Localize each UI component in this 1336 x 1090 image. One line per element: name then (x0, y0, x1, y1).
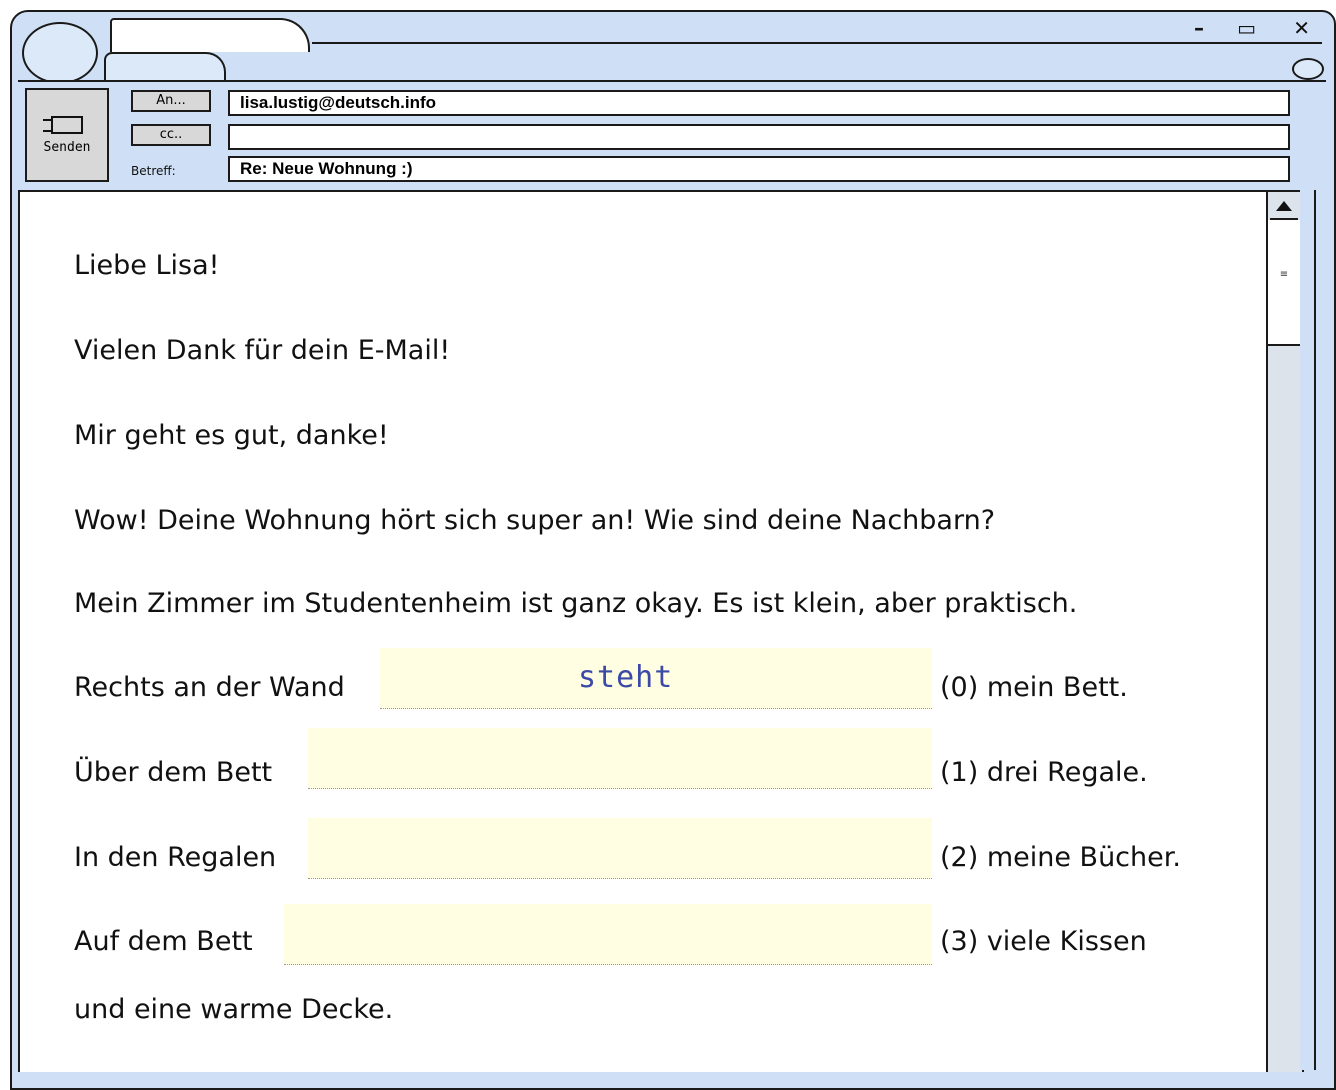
scroll-up-arrow-icon[interactable] (1270, 196, 1298, 220)
window-side-frame (1300, 190, 1316, 1070)
gap1-input[interactable] (308, 728, 932, 789)
gap1-prefix: Über dem Bett (74, 757, 273, 788)
vertical-scrollbar[interactable]: ≡ (1266, 190, 1304, 1072)
cc-field[interactable] (228, 124, 1290, 150)
gap0-input[interactable]: steht (380, 648, 932, 709)
gap3-input[interactable] (284, 904, 932, 965)
envelope-icon (43, 116, 83, 134)
send-button-label: Senden (43, 140, 91, 155)
gap3-prefix: Auf dem Bett (74, 926, 253, 957)
gap2-prefix: In den Regalen (74, 842, 277, 873)
gap0-answer: steht (578, 660, 674, 695)
neighbors-line: Wow! Deine Wohnung hört sich super an! W… (74, 505, 996, 536)
gap0-prefix: Rechts an der Wand (74, 672, 345, 703)
maximize-icon[interactable]: ▭ (1237, 16, 1256, 40)
subject-label: Betreff: (131, 164, 176, 178)
close-icon[interactable]: ✕ (1293, 16, 1310, 40)
titlebar-divider (312, 42, 1322, 44)
gap2-input[interactable] (308, 818, 932, 879)
status-line: Mir geht es gut, danke! (74, 420, 389, 451)
gap1-suffix: (1) drei Regale. (940, 757, 1148, 788)
gap3-suffix: (3) viele Kissen (940, 926, 1147, 957)
minimize-icon[interactable]: – (1194, 16, 1204, 40)
window-tab[interactable] (110, 18, 310, 52)
gap2-suffix: (2) meine Bücher. (940, 842, 1181, 873)
scroll-thumb[interactable]: ≡ (1268, 220, 1300, 346)
cc-button[interactable]: cc.. (131, 124, 211, 146)
compose-header: Senden An... cc.. Betreff: lisa.lustig@d… (18, 80, 1318, 192)
subject-field[interactable]: Re: Neue Wohnung :) (228, 156, 1290, 182)
window-menu-circle[interactable] (22, 22, 98, 84)
greeting-line: Liebe Lisa! (74, 250, 220, 281)
toolbar-circle[interactable] (1292, 58, 1324, 80)
thanks-line: Vielen Dank für dein E-Mail! (74, 335, 451, 366)
gap0-suffix: (0) mein Bett. (940, 672, 1128, 703)
room-line: Mein Zimmer im Studentenheim ist ganz ok… (74, 588, 1078, 619)
closing-line: und eine warme Decke. (74, 994, 394, 1025)
to-button[interactable]: An... (131, 90, 211, 112)
to-field[interactable]: lisa.lustig@deutsch.info (228, 90, 1290, 116)
send-button[interactable]: Senden (25, 88, 109, 182)
